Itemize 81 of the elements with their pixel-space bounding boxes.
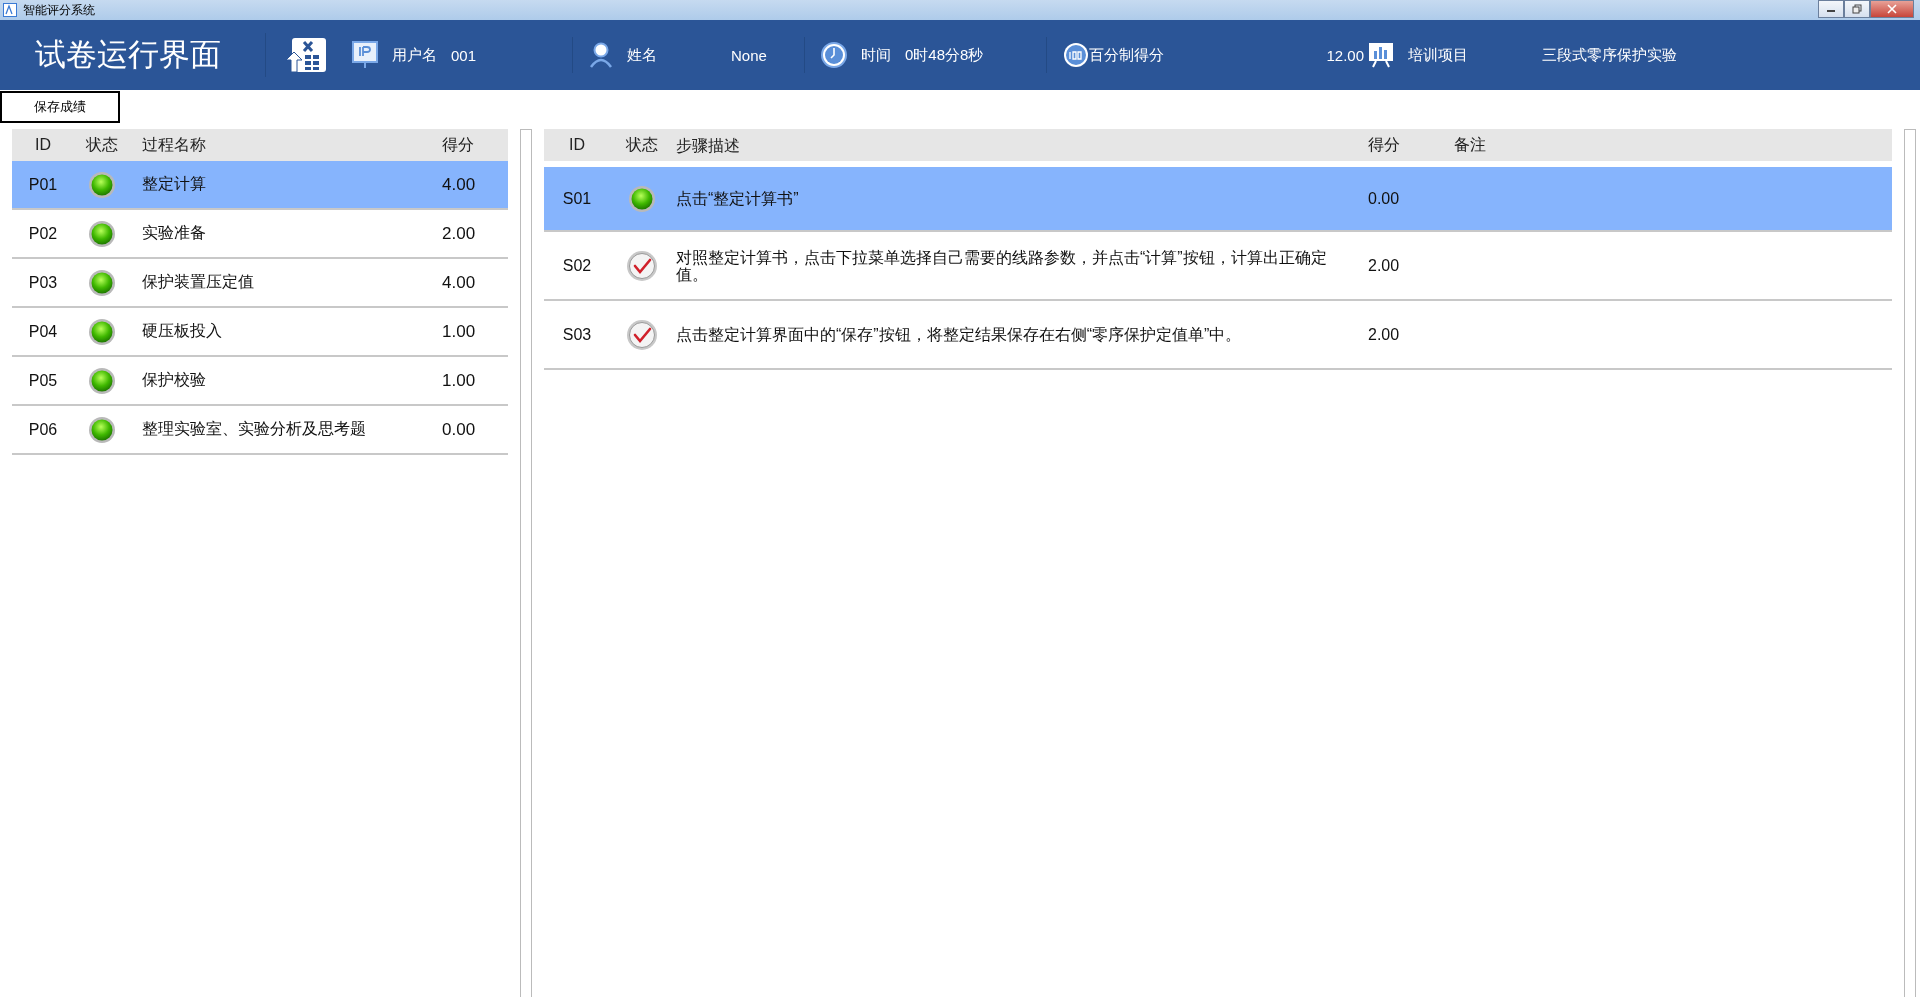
app-icon xyxy=(3,3,17,17)
table-cell-text: 2.00 xyxy=(442,223,477,244)
table-cell-text: P03 xyxy=(27,273,59,292)
table-cell-text: P04 xyxy=(27,322,59,341)
table-cell-text: 实验准备 xyxy=(141,223,207,243)
column-header[interactable]: 状态 xyxy=(610,134,674,156)
table-cell-text: P02 xyxy=(27,224,59,243)
table-cell-text: 硬压板投入 xyxy=(141,321,223,341)
process-row[interactable]: P05 保护校验 1.00 xyxy=(12,357,508,406)
table-cell-text: 4.00 xyxy=(442,272,477,293)
hundred-badge-icon xyxy=(1063,42,1089,68)
step-row[interactable]: S03 点击整定计算界面中的“保存”按钮，将整定结果保存在右侧“零序保护定值单”中。 2.00 xyxy=(544,301,1892,370)
check-icon xyxy=(626,318,658,351)
scrollbar[interactable] xyxy=(1904,129,1916,997)
step-row[interactable]: S01 点击“整定计算书” 0.00 xyxy=(544,167,1892,232)
table-cell-text: S03 xyxy=(561,325,593,344)
score-label: 百分制得分 xyxy=(1089,45,1164,65)
check-icon xyxy=(626,249,658,282)
status-dot-icon xyxy=(628,184,656,213)
process-row[interactable]: P03 保护装置压定值 4.00 xyxy=(12,259,508,308)
page-title: 试卷运行界面 xyxy=(34,36,222,74)
scrollbar[interactable] xyxy=(520,129,532,997)
table-cell-text: 2.00 xyxy=(1367,256,1401,275)
status-dot-icon xyxy=(88,170,116,199)
person-icon xyxy=(589,42,613,68)
table-cell-text: S01 xyxy=(561,189,593,208)
minimize-button[interactable] xyxy=(1818,0,1844,18)
field-label: 用户名 xyxy=(392,45,437,65)
table-cell-text: 0.00 xyxy=(442,419,477,440)
step-row[interactable]: S02 对照整定计算书，点击下拉菜单选择自己需要的线路参数，并点击“计算”按钮，计算出正确定值。 2.00 xyxy=(544,232,1892,301)
ip-sign-icon xyxy=(352,41,378,69)
table-cell-text: 点击整定计算界面中的“保存”按钮，将整定结果保存在右侧“零序保护定值单”中。 xyxy=(675,326,1243,343)
clock-icon xyxy=(821,42,847,68)
status-dot-icon xyxy=(88,366,116,395)
restore-icon xyxy=(1852,4,1862,14)
table-cell-text: P05 xyxy=(27,371,59,390)
table-cell-text: 保护校验 xyxy=(141,370,207,390)
column-header[interactable]: 得分 xyxy=(1356,134,1454,156)
status-dot-icon xyxy=(88,268,116,297)
column-header[interactable]: 得分 xyxy=(442,134,502,156)
close-icon xyxy=(1887,4,1897,14)
column-header[interactable]: ID xyxy=(12,136,74,154)
table-cell-text: 1.00 xyxy=(442,321,477,342)
status-dot-icon xyxy=(88,415,116,444)
close-button[interactable] xyxy=(1870,0,1914,18)
restore-button[interactable] xyxy=(1844,0,1870,18)
table-cell-text: 对照整定计算书，点击下拉菜单选择自己需要的线路参数，并点击“计算”按钮，计算出正确定值。 xyxy=(675,248,1328,283)
table-cell-text: 4.00 xyxy=(442,174,477,195)
table-cell-text: 整理实验室、实验分析及思考题 xyxy=(141,419,367,439)
table-cell-text: 2.00 xyxy=(1367,325,1401,344)
process-row[interactable]: P01 整定计算 4.00 xyxy=(12,161,508,210)
process-row[interactable]: P02 实验准备 2.00 xyxy=(12,210,508,259)
score-value: 12.00 xyxy=(1326,46,1364,64)
column-header[interactable]: 状态 xyxy=(74,134,130,156)
table-cell-text: 点击“整定计算书” xyxy=(675,190,800,207)
column-header[interactable]: 备注 xyxy=(1454,134,1486,156)
status-dot-icon xyxy=(88,317,116,346)
spreadsheet-export-icon[interactable] xyxy=(286,38,326,72)
window-title: 智能评分系统 xyxy=(23,1,95,19)
column-header[interactable]: 过程名称 xyxy=(130,134,442,156)
field-value: None xyxy=(731,46,767,64)
table-cell-text: P06 xyxy=(27,420,59,439)
table-cell-text: S02 xyxy=(561,256,593,275)
chart-board-icon xyxy=(1368,42,1394,68)
field-value: 三段式零序保护实验 xyxy=(1542,45,1677,65)
field-value: 0时48分8秒 xyxy=(905,45,984,65)
table-cell-text: 0.00 xyxy=(1367,189,1401,208)
column-header[interactable]: ID xyxy=(544,136,610,154)
table-cell-text: 整定计算 xyxy=(141,174,207,194)
field-label: 姓名 xyxy=(627,45,657,65)
process-row[interactable]: P06 整理实验室、实验分析及思考题 0.00 xyxy=(12,406,508,455)
table-cell-text: 保护装置压定值 xyxy=(141,272,255,292)
field-value: 001 xyxy=(451,46,477,64)
table-cell-text: 1.00 xyxy=(442,370,477,391)
process-row[interactable]: P04 硬压板投入 1.00 xyxy=(12,308,508,357)
table-cell-text: P01 xyxy=(27,175,59,194)
status-dot-icon xyxy=(88,219,116,248)
field-label: 培训项目 xyxy=(1408,45,1468,65)
column-header[interactable]: 步骤描述 xyxy=(674,136,1356,154)
save-score-button[interactable]: 保存成绩 xyxy=(0,91,120,123)
field-label: 时间 xyxy=(861,45,891,65)
